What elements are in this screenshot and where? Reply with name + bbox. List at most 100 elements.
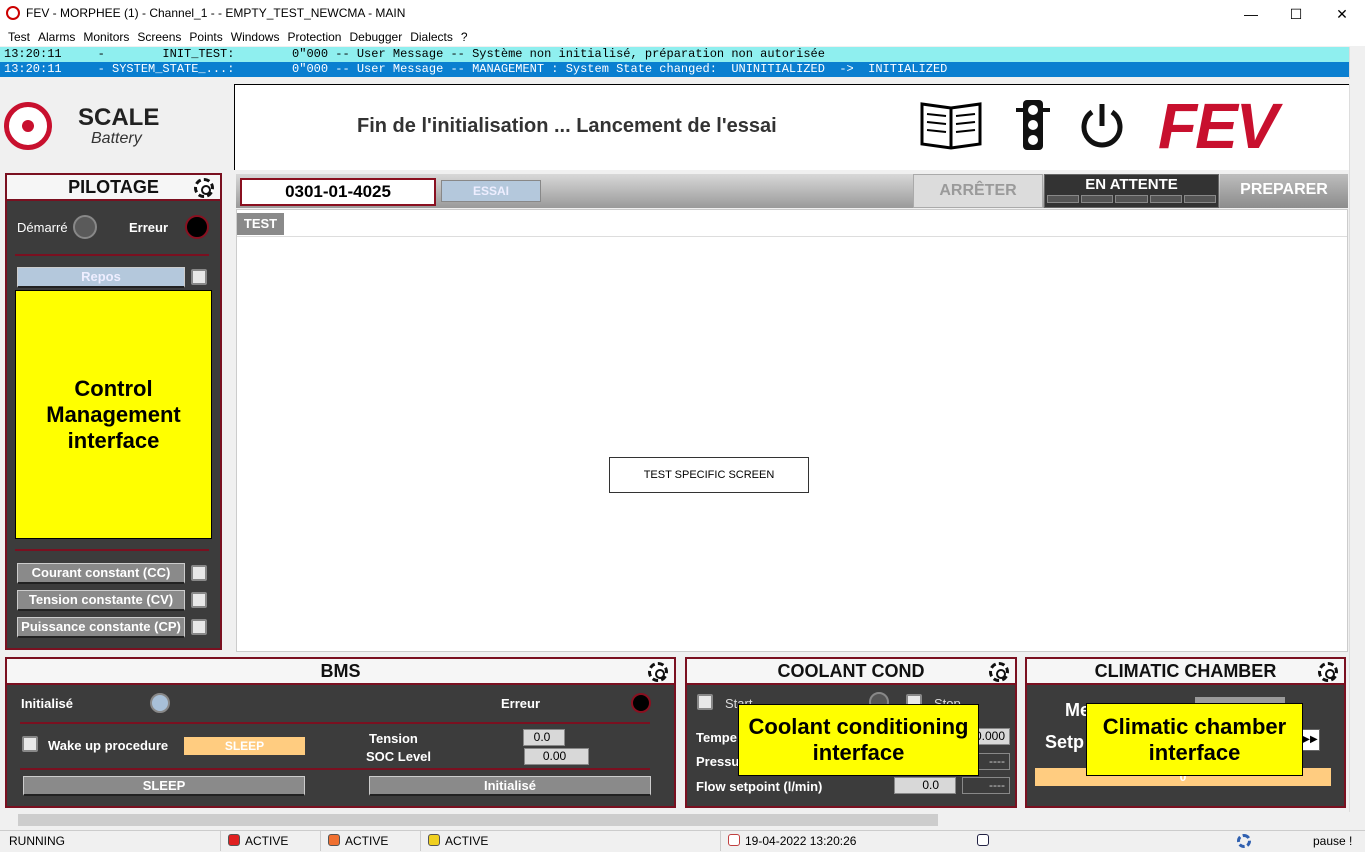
yellow-status-icon	[428, 834, 440, 846]
chart-icon[interactable]	[977, 834, 989, 846]
title-bar: FEV - MORPHEE (1) - Channel_1 - - EMPTY_…	[0, 0, 1365, 28]
essai-button[interactable]: ESSAI	[441, 180, 541, 202]
bms-initialise-button[interactable]: Initialisé	[369, 776, 651, 796]
repos-button[interactable]: Repos	[17, 267, 185, 288]
close-button[interactable]: ✕	[1319, 0, 1365, 28]
app-icon	[6, 6, 20, 20]
status-pause: pause !	[1313, 834, 1353, 848]
red-status-icon	[228, 834, 240, 846]
settings-gear-icon[interactable]	[1237, 834, 1251, 848]
tension-label: Tension	[369, 731, 418, 746]
power-icon[interactable]	[1076, 100, 1128, 152]
horizontal-scrollbar[interactable]	[0, 812, 1349, 828]
status-active-2: ACTIVE	[345, 834, 389, 848]
menu-alarms[interactable]: Alarms	[36, 28, 81, 46]
menu-bar: Test Alarms Monitors Screens Points Wind…	[0, 28, 1365, 46]
menu-windows[interactable]: Windows	[229, 28, 286, 46]
divider	[20, 722, 650, 724]
fast-forward-icon[interactable]: ▶▶	[1300, 729, 1320, 751]
wakeup-checkbox[interactable]	[22, 736, 38, 752]
climatic-setpoint-label: Setp	[1045, 732, 1085, 752]
tab-divider	[237, 236, 1347, 237]
message-log[interactable]: 13:20:11 - INIT_TEST: 0"000 -- User Mess…	[0, 47, 1349, 79]
bms-title: BMS	[7, 659, 674, 685]
scroll-thumb[interactable]	[18, 814, 938, 826]
gear-icon[interactable]	[648, 662, 668, 682]
status-active-3: ACTIVE	[445, 834, 489, 848]
coolant-press-label: Pressu	[696, 754, 740, 769]
divider	[20, 768, 650, 770]
test-specific-screen-button[interactable]: TEST SPECIFIC SCREEN	[609, 457, 809, 493]
fev-logo: FEV	[1158, 90, 1278, 162]
wakeup-label: Wake up procedure	[48, 738, 169, 753]
maximize-button[interactable]: ☐	[1273, 0, 1319, 28]
manual-book-icon[interactable]	[918, 100, 984, 150]
traffic-light-icon[interactable]	[1015, 98, 1051, 152]
status-running: RUNNING	[9, 834, 65, 848]
climatic-interface-note: Climatic chamber interface	[1086, 703, 1303, 776]
erreur-led	[185, 215, 209, 239]
orange-status-icon	[328, 834, 340, 846]
bms-initialise-led	[150, 693, 170, 713]
repos-checkbox[interactable]	[191, 269, 207, 285]
climatic-title: CLIMATIC CHAMBER	[1027, 659, 1344, 685]
menu-debugger[interactable]: Debugger	[347, 28, 408, 46]
pilotage-title-text: PILOTAGE	[68, 177, 159, 197]
test-screen-area	[236, 209, 1348, 652]
steering-wheel-icon	[4, 102, 52, 150]
menu-help[interactable]: ?	[459, 28, 474, 46]
en-attente-label: EN ATTENTE	[1085, 176, 1178, 193]
cc-checkbox[interactable]	[191, 565, 207, 581]
bms-erreur-led	[631, 693, 651, 713]
bms-sleep-button[interactable]: SLEEP	[23, 776, 305, 796]
demarre-led	[73, 215, 97, 239]
log-row[interactable]: 13:20:11 - SYSTEM_STATE_...: 0"000 -- Us…	[0, 62, 1349, 77]
soc-value: 0.00	[524, 748, 589, 765]
window-title: FEV - MORPHEE (1) - Channel_1 - - EMPTY_…	[26, 6, 406, 20]
menu-monitors[interactable]: Monitors	[81, 28, 135, 46]
status-datetime: 19-04-2022 13:20:26	[745, 834, 857, 848]
cc-button[interactable]: Courant constant (CC)	[17, 563, 185, 584]
log-row[interactable]: 13:20:11 - INIT_TEST: 0"000 -- User Mess…	[0, 47, 1349, 62]
tab-test[interactable]: TEST	[237, 213, 284, 235]
pilotage-title: PILOTAGE	[7, 175, 220, 201]
bms-erreur-label: Erreur	[501, 696, 541, 711]
demarre-label: Démarré	[17, 220, 68, 235]
coolant-start-checkbox[interactable]	[697, 694, 713, 710]
menu-dialects[interactable]: Dialects	[408, 28, 459, 46]
gear-icon[interactable]	[1318, 662, 1338, 682]
minimize-button[interactable]: —	[1228, 0, 1274, 28]
menu-protection[interactable]: Protection	[285, 28, 347, 46]
brand-scale: SCALE	[78, 104, 160, 131]
gear-icon[interactable]	[194, 178, 214, 198]
tension-value: 0.0	[523, 729, 565, 746]
control-management-note: Control Management interface	[15, 290, 212, 539]
test-id-field[interactable]: 0301-01-4025	[240, 178, 436, 206]
cp-button[interactable]: Puissance constante (CP)	[17, 617, 185, 638]
climatic-title-text: CLIMATIC CHAMBER	[1094, 661, 1277, 681]
bms-initialise-label: Initialisé	[21, 696, 74, 711]
status-active-1: ACTIVE	[245, 834, 289, 848]
cv-checkbox[interactable]	[191, 592, 207, 608]
preparer-button[interactable]: PREPARER	[1220, 174, 1348, 208]
bms-state-display: SLEEP	[184, 737, 305, 755]
menu-points[interactable]: Points	[187, 28, 228, 46]
flow-readback-value: ----	[962, 777, 1010, 794]
flow-setpoint-label: Flow setpoint (l/min)	[696, 779, 823, 794]
flow-setpoint-input[interactable]: 0.0	[894, 777, 956, 794]
coolant-temp-label: Tempe	[696, 730, 737, 745]
cp-checkbox[interactable]	[191, 619, 207, 635]
menu-test[interactable]: Test	[6, 28, 36, 46]
cv-button[interactable]: Tension constante (CV)	[17, 590, 185, 611]
log-scrollbar[interactable]	[1349, 47, 1365, 79]
menu-screens[interactable]: Screens	[135, 28, 187, 46]
main-scrollbar[interactable]	[1349, 84, 1365, 812]
header-message: Fin de l'initialisation ... Lancement de…	[357, 115, 777, 137]
divider	[15, 549, 209, 551]
divider	[15, 254, 209, 256]
erreur-label: Erreur	[129, 220, 169, 235]
gear-icon[interactable]	[989, 662, 1009, 682]
arreter-button[interactable]: ARRÊTER	[913, 174, 1043, 208]
coolant-interface-note: Coolant conditioning interface	[738, 704, 979, 776]
brand-battery: Battery	[91, 130, 142, 147]
